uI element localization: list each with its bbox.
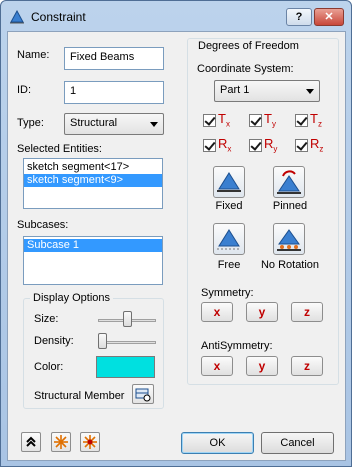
window-title: Constraint xyxy=(31,10,86,24)
size-label: Size: xyxy=(34,313,59,325)
ry-checkbox[interactable] xyxy=(249,139,262,152)
free-label: Free xyxy=(217,259,241,271)
close-button[interactable]: ✕ xyxy=(314,8,344,26)
rz-letter: R xyxy=(310,136,320,151)
ry-letter: R xyxy=(264,136,274,151)
constraint-dialog: Constraint ? ✕ Name: Fixed Beams ID: 1 T… xyxy=(0,0,352,467)
select-edges-button[interactable] xyxy=(80,432,100,452)
tz-letter: T xyxy=(310,111,318,126)
rz-checkbox[interactable] xyxy=(295,139,308,152)
no-rotation-label: No Rotation xyxy=(260,259,320,271)
chevron-down-icon xyxy=(306,89,314,94)
symmetry-y-button[interactable]: y xyxy=(246,302,278,322)
symmetry-z-button[interactable]: z xyxy=(291,302,323,322)
antisymmetry-x-button[interactable]: x xyxy=(201,356,233,376)
ry-sub: y xyxy=(273,144,278,154)
rz-label: Rz xyxy=(310,136,323,154)
name-field[interactable]: Fixed Beams xyxy=(64,47,164,70)
select-nodes-button[interactable] xyxy=(51,432,71,452)
list-item[interactable]: Subcase 1 xyxy=(24,239,162,252)
list-item[interactable]: sketch segment<9> xyxy=(24,174,162,187)
rx-label: Rx xyxy=(218,136,231,154)
rx-letter: R xyxy=(218,136,228,151)
ty-label: Ty xyxy=(264,111,276,129)
density-slider[interactable] xyxy=(98,333,107,349)
coordinate-system-label: Coordinate System: xyxy=(197,63,294,75)
id-field[interactable]: 1 xyxy=(64,81,164,104)
type-label: Type: xyxy=(17,117,44,129)
tx-sub: x xyxy=(225,119,230,129)
subcases-list[interactable]: Subcase 1 xyxy=(23,236,163,285)
color-swatch[interactable] xyxy=(96,356,155,378)
tx-label: Tx xyxy=(218,111,230,129)
display-options-title: Display Options xyxy=(30,292,114,304)
coordinate-system-value: Part 1 xyxy=(220,84,250,96)
coordinate-system-select[interactable]: Part 1 xyxy=(214,80,320,102)
pinned-support-icon xyxy=(277,170,301,194)
free-support-icon xyxy=(217,229,241,250)
name-label: Name: xyxy=(17,49,50,61)
antisymmetry-z-button[interactable]: z xyxy=(291,356,323,376)
ry-label: Ry xyxy=(264,136,277,154)
pinned-preset-button[interactable] xyxy=(273,166,305,198)
pinned-label: Pinned xyxy=(272,200,308,212)
ok-button[interactable]: OK xyxy=(181,432,254,454)
symmetry-x-button[interactable]: x xyxy=(201,302,233,322)
tz-checkbox[interactable] xyxy=(295,114,308,127)
fixed-support-icon xyxy=(217,172,241,192)
color-label: Color: xyxy=(34,361,64,373)
chevron-down-icon xyxy=(150,122,158,127)
fixed-label: Fixed xyxy=(215,200,243,212)
density-label: Density: xyxy=(34,335,74,347)
id-label: ID: xyxy=(17,84,32,96)
dof-title: Degrees of Freedom xyxy=(195,40,302,52)
collapse-button[interactable] xyxy=(21,432,41,452)
ty-letter: T xyxy=(264,111,272,126)
tx-letter: T xyxy=(218,111,226,126)
title-bar: Constraint ? ✕ xyxy=(1,1,351,31)
antisymmetry-y-button[interactable]: y xyxy=(246,356,278,376)
selected-entities-list[interactable]: sketch segment<17> sketch segment<9> xyxy=(23,158,163,209)
constraint-icon xyxy=(10,10,24,24)
tx-checkbox[interactable] xyxy=(203,114,216,127)
help-button[interactable]: ? xyxy=(286,8,312,26)
ty-sub: y xyxy=(271,119,276,129)
structural-member-icon xyxy=(135,388,151,402)
rz-sub: z xyxy=(319,144,324,154)
star-burst-icon xyxy=(54,435,68,449)
star-burst-alt-icon xyxy=(83,435,97,449)
cancel-button[interactable]: Cancel xyxy=(261,432,334,454)
free-preset-button[interactable] xyxy=(213,223,245,255)
rx-checkbox[interactable] xyxy=(203,139,216,152)
fixed-preset-button[interactable] xyxy=(213,166,245,198)
tz-label: Tz xyxy=(310,111,322,129)
structural-member-button[interactable] xyxy=(132,384,154,404)
subcases-label: Subcases: xyxy=(17,219,69,231)
dialog-body: Name: Fixed Beams ID: 1 Type: Structural… xyxy=(7,31,346,461)
structural-member-label: Structural Member xyxy=(34,390,125,402)
type-select-value: Structural xyxy=(70,117,118,129)
antisymmetry-label: AntiSymmetry: xyxy=(201,340,273,352)
tz-sub: z xyxy=(317,119,322,129)
size-slider[interactable] xyxy=(122,311,132,327)
selected-entities-label: Selected Entities: xyxy=(17,143,102,155)
no-rotation-preset-button[interactable] xyxy=(273,223,305,255)
symmetry-label: Symmetry: xyxy=(201,287,254,299)
type-select[interactable]: Structural xyxy=(64,113,164,135)
double-chevron-up-icon xyxy=(26,436,36,447)
ty-checkbox[interactable] xyxy=(249,114,262,127)
list-item[interactable]: sketch segment<17> xyxy=(24,161,162,174)
rx-sub: x xyxy=(227,144,232,154)
no-rotation-support-icon xyxy=(277,229,301,251)
